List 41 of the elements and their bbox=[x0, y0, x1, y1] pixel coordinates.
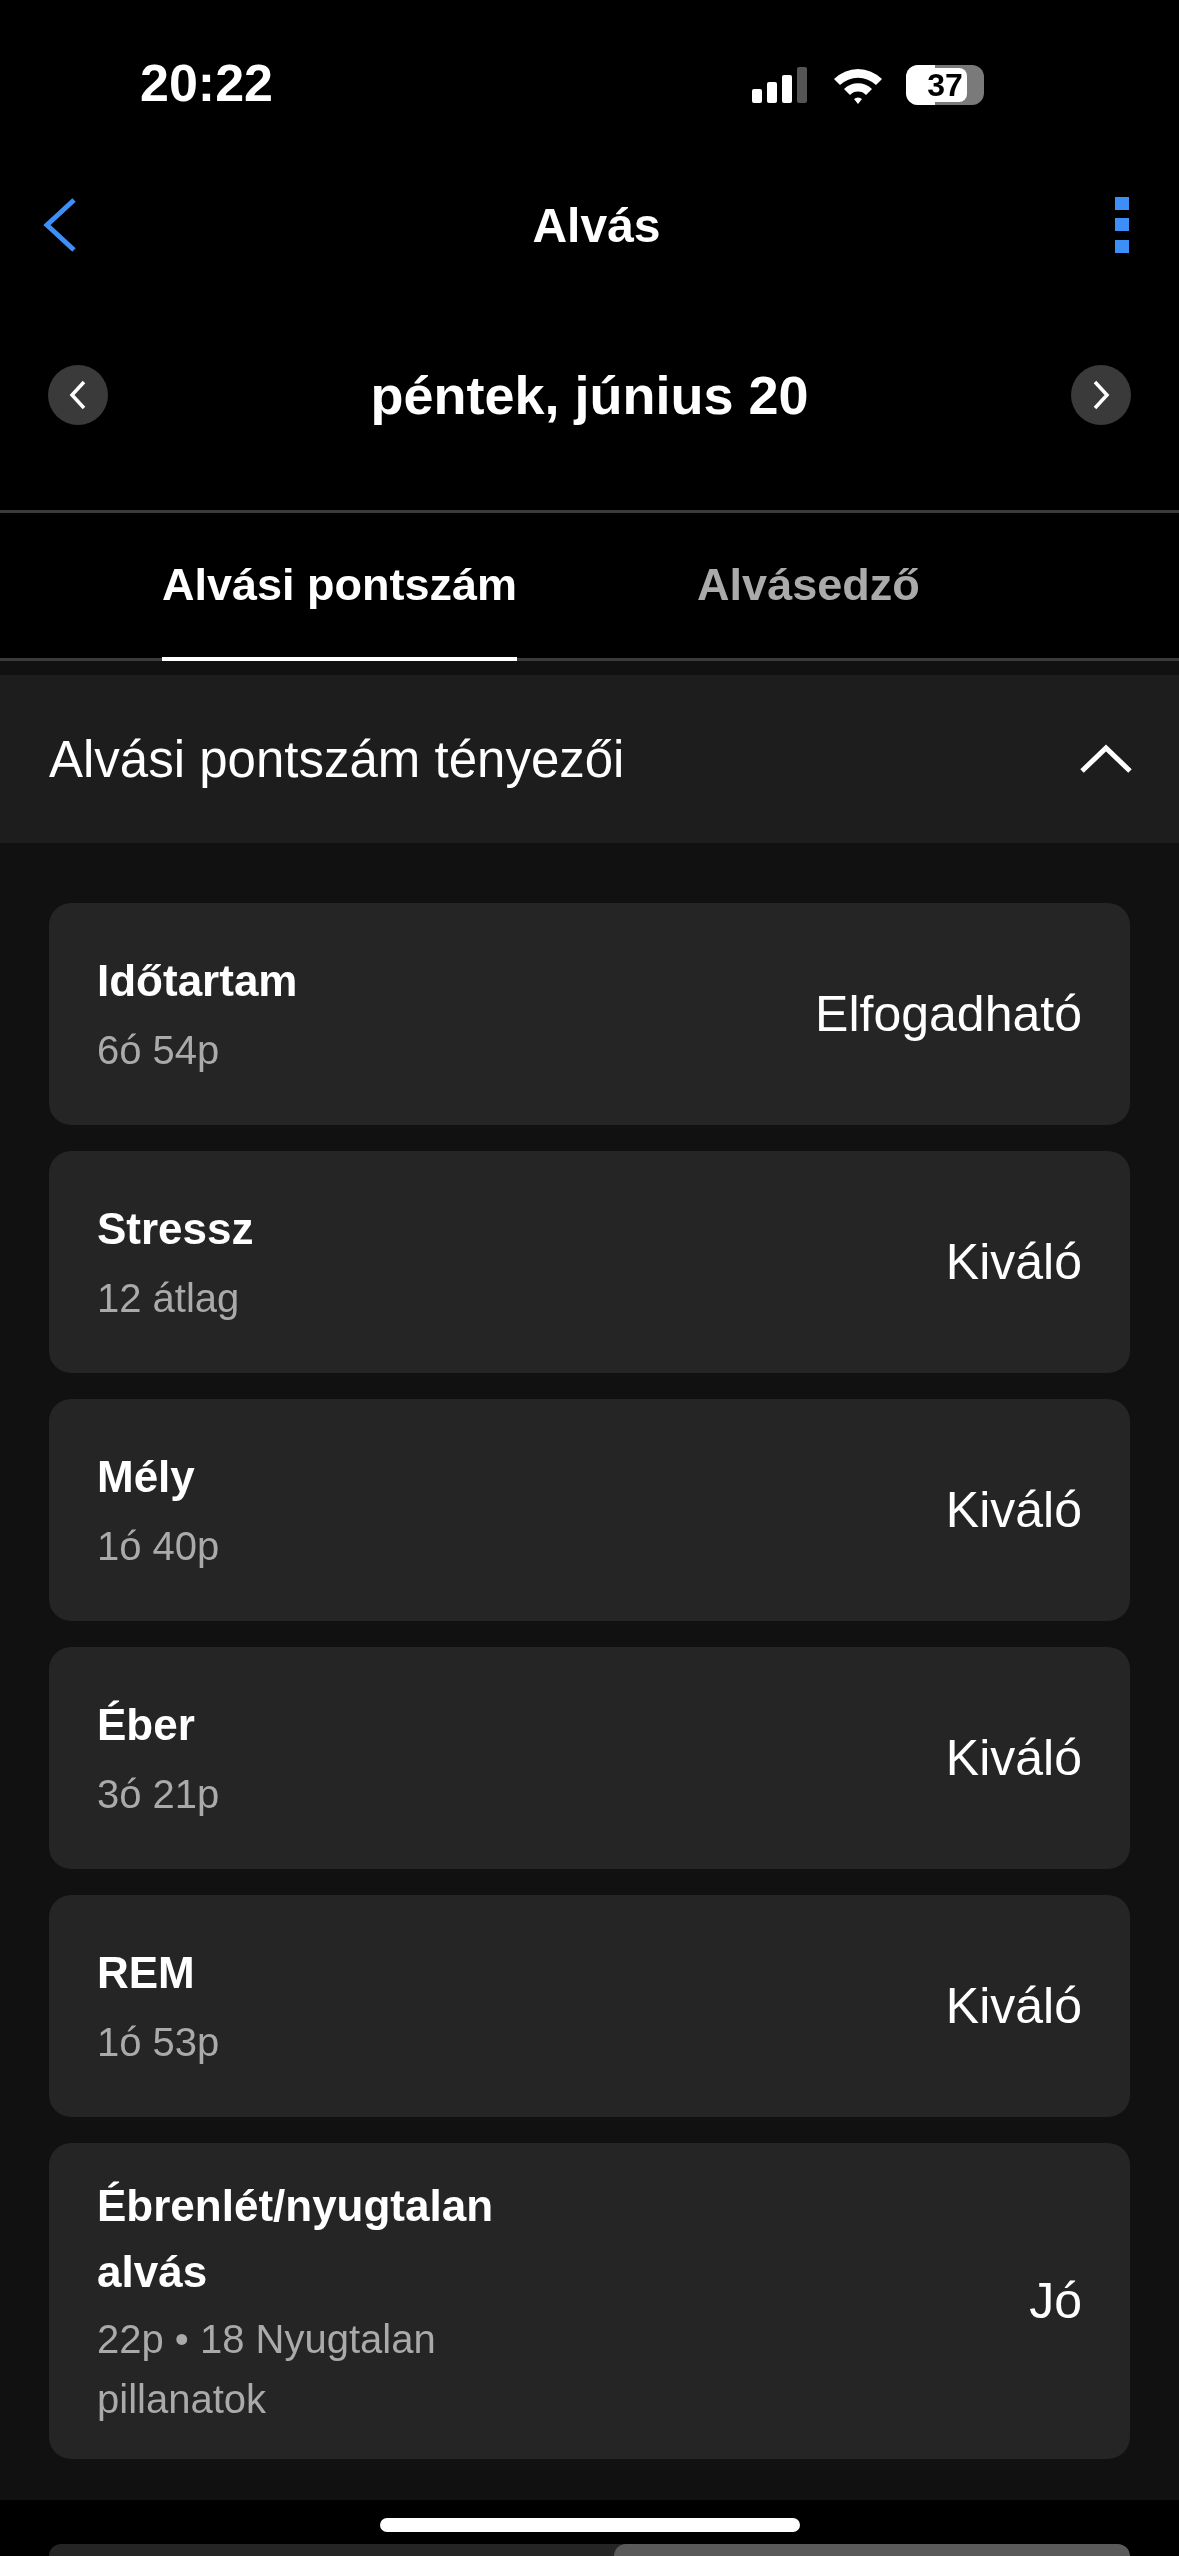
factor-rating: Kiváló bbox=[945, 1233, 1082, 1291]
factor-rating: Kiváló bbox=[945, 1977, 1082, 2035]
factor-card[interactable]: REM 1ó 53p Kiváló bbox=[49, 1895, 1130, 2117]
battery-icon: 37 bbox=[906, 65, 984, 105]
factor-rating: Elfogadható bbox=[815, 985, 1082, 1043]
factor-card[interactable]: Ébrenlét/nyugtalan alvás 22p • 18 Nyugtalan pillanatok Jó bbox=[49, 2143, 1130, 2459]
status-time: 20:22 bbox=[140, 53, 273, 113]
factor-card[interactable]: Mély 1ó 40p Kiváló bbox=[49, 1399, 1130, 1621]
factor-name: Ébrenlét/nyugtalan alvás bbox=[97, 2180, 495, 2298]
factor-name: Éber bbox=[97, 1699, 196, 1751]
factor-detail: 1ó 40p bbox=[97, 1523, 220, 1570]
chevron-icon bbox=[1079, 744, 1133, 774]
chevron-left-icon bbox=[68, 380, 88, 410]
date-label: péntek, június 20 bbox=[370, 364, 809, 426]
factor-rating: Kiváló bbox=[945, 1729, 1082, 1787]
factor-name: REM bbox=[97, 1947, 196, 1999]
factor-detail: 1ó 53p bbox=[97, 2019, 220, 2066]
wifi-icon bbox=[832, 66, 884, 104]
section-header[interactable]: Alvási pontszám tényezői bbox=[0, 675, 1179, 843]
factor-detail: 22p • 18 Nyugtalan pillanatok bbox=[97, 2316, 437, 2423]
previous-day-button[interactable] bbox=[48, 365, 108, 425]
factor-card[interactable]: Időtartam 6ó 54p Elfogadható bbox=[49, 903, 1130, 1125]
factor-detail: 12 átlag bbox=[97, 1275, 241, 1322]
factor-name: Időtartam bbox=[97, 955, 298, 1007]
factor-name: Mély bbox=[97, 1451, 196, 1503]
factor-rating: Kiváló bbox=[945, 1481, 1082, 1539]
page-title: Alvás bbox=[532, 197, 661, 253]
more-icon[interactable] bbox=[1115, 197, 1129, 253]
factor-card[interactable]: Stressz 12 átlag Kiváló bbox=[49, 1151, 1130, 1373]
next-day-button[interactable] bbox=[1071, 365, 1131, 425]
signal-icon bbox=[752, 67, 810, 103]
factor-name: Stressz bbox=[97, 1203, 254, 1255]
factor-detail: 3ó 21p bbox=[97, 1771, 220, 1818]
back-icon[interactable] bbox=[42, 197, 78, 253]
factor-card[interactable]: Éber 3ó 21p Kiváló bbox=[49, 1647, 1130, 1869]
section-title: Alvási pontszám tényezői bbox=[49, 729, 625, 789]
chevron-right-icon bbox=[1091, 380, 1111, 410]
factor-detail: 6ó 54p bbox=[97, 1027, 221, 1074]
tab[interactable]: Alvásedző bbox=[697, 513, 920, 661]
tab[interactable]: Alvási pontszám bbox=[162, 513, 518, 661]
factor-rating: Jó bbox=[1029, 2272, 1082, 2330]
